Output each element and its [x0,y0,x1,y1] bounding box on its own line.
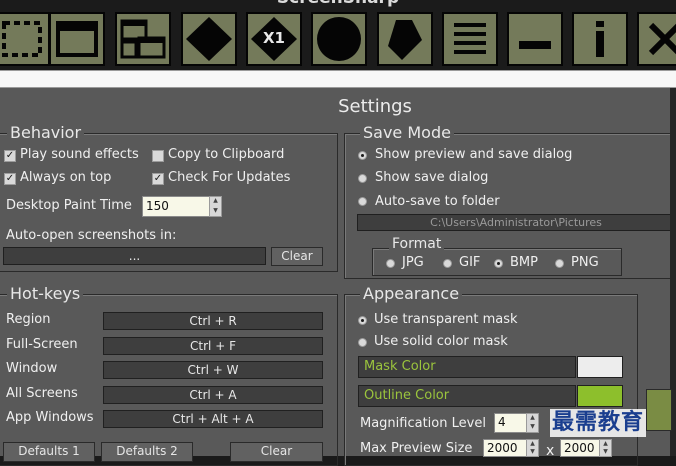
format-gif-radio[interactable] [443,259,452,268]
defaults-1-button[interactable]: Defaults 1 [3,442,95,462]
auto-open-path-field[interactable]: ... [3,247,266,265]
save-dialog-radio[interactable] [358,174,367,183]
hotkey-window-field[interactable]: Ctrl + W [103,361,323,379]
octagon-tool-button[interactable] [181,12,237,66]
mask-color-swatch[interactable] [577,356,623,378]
solid-mask-radio[interactable] [358,338,367,347]
magnification-spinner[interactable]: ▲ ▼ [526,413,539,433]
format-png-label: PNG [571,255,599,270]
auto-open-clear-button[interactable]: Clear [271,247,323,266]
dialog-title: Settings [338,96,412,117]
hotkey-all-screens-field[interactable]: Ctrl + A [103,386,323,404]
x1-octagon-icon: X1 [249,15,299,63]
window-tool-button[interactable] [49,12,105,66]
ellipse-tool-button[interactable] [311,12,367,66]
max-preview-x-label: x [546,443,555,459]
copy-clipboard-checkbox[interactable] [152,150,164,162]
region-tool-button[interactable] [0,12,50,66]
hotkey-fullscreen-field[interactable]: Ctrl + F [103,337,323,355]
mask-color-label: Mask Color [358,356,576,378]
magnify-tool-button[interactable]: X1 [246,12,302,66]
paint-time-spinner[interactable]: ▲ ▼ [209,196,222,217]
max-preview-height-input[interactable]: 2000 [560,439,600,457]
x1-label: X1 [262,29,285,47]
max-preview-height-spinner[interactable]: ▲ ▼ [599,439,612,457]
copy-clipboard-label: Copy to Clipboard [168,147,285,162]
play-sound-checkbox[interactable]: ✓ [4,150,16,162]
multi-window-icon [119,18,167,60]
hotkeys-clear-button[interactable]: Clear [230,442,323,462]
check-updates-checkbox[interactable]: ✓ [152,173,164,185]
format-bmp-label: BMP [510,255,538,270]
hotkey-window-label: Window [6,361,58,376]
always-on-top-label: Always on top [20,170,112,185]
magnification-label: Magnification Level [360,416,486,431]
always-on-top-checkbox[interactable]: ✓ [4,173,16,185]
close-tool-button[interactable] [637,12,676,66]
transparent-mask-radio[interactable] [358,316,367,325]
format-jpg-label: JPG [402,255,424,270]
info-icon [578,19,622,59]
save-dialog-label: Show save dialog [375,170,489,185]
screens-tool-button[interactable] [115,12,171,66]
save-mode-legend: Save Mode [360,124,454,142]
minimize-tool-button[interactable] [507,12,563,66]
hotkey-region-field[interactable]: Ctrl + R [103,312,323,330]
close-icon [643,19,676,59]
defaults-2-button[interactable]: Defaults 2 [101,442,193,462]
max-preview-label: Max Preview Size [360,441,473,456]
circle-icon [315,15,363,63]
max-preview-width-input[interactable]: 2000 [483,439,527,457]
preview-thumbnail-edge [646,389,672,431]
auto-save-folder-field[interactable]: C:\Users\Administrator\Pictures [357,214,675,231]
paint-time-input[interactable]: 150 [142,196,210,217]
info-tool-button[interactable] [572,12,628,66]
format-jpg-radio[interactable] [386,259,395,268]
paint-time-label: Desktop Paint Time [6,198,132,213]
check-updates-label: Check For Updates [168,170,291,185]
appearance-legend: Appearance [360,285,463,303]
outline-color-label: Outline Color [358,385,576,407]
toolbar: ScreenSharp X1 [0,0,676,72]
lines-icon [448,19,492,59]
behavior-legend: Behavior [7,124,85,142]
octagon-icon [184,15,234,63]
hotkey-region-label: Region [6,312,51,327]
format-legend: Format [389,235,445,253]
dash-icon [513,19,557,59]
app-title: ScreenSharp [0,0,676,8]
solid-mask-label: Use solid color mask [374,334,508,349]
auto-save-label: Auto-save to folder [375,194,500,209]
watermark-text: 最需教育 [550,409,647,437]
format-png-radio[interactable] [555,259,564,268]
separator-strip [0,70,676,88]
hotkey-app-windows-label: App Windows [6,410,94,425]
list-tool-button[interactable] [442,12,498,66]
hotkeys-legend: Hot-keys [7,285,84,303]
dashed-square-icon [0,19,44,59]
auto-save-radio[interactable] [358,197,367,206]
magnification-input[interactable]: 4 [494,413,527,433]
polygon-tool-button[interactable] [377,12,433,66]
hotkey-app-windows-field[interactable]: Ctrl + Alt + A [103,410,323,428]
transparent-mask-label: Use transparent mask [374,312,518,327]
play-sound-label: Play sound effects [20,147,139,162]
settings-dialog: Settings Behavior ✓ Play sound effects C… [0,88,676,466]
hotkey-fullscreen-label: Full-Screen [6,337,78,352]
hotkey-all-screens-label: All Screens [6,386,78,401]
max-preview-width-spinner[interactable]: ▲ ▼ [526,439,539,457]
auto-open-label: Auto-open screenshots in: [6,228,177,243]
window-icon [55,19,99,59]
format-gif-label: GIF [459,255,481,270]
preview-save-label: Show preview and save dialog [375,147,573,162]
format-bmp-radio[interactable] [494,259,503,268]
preview-save-radio[interactable] [358,151,367,160]
outline-color-swatch[interactable] [577,385,623,407]
polygon-icon [382,16,428,62]
